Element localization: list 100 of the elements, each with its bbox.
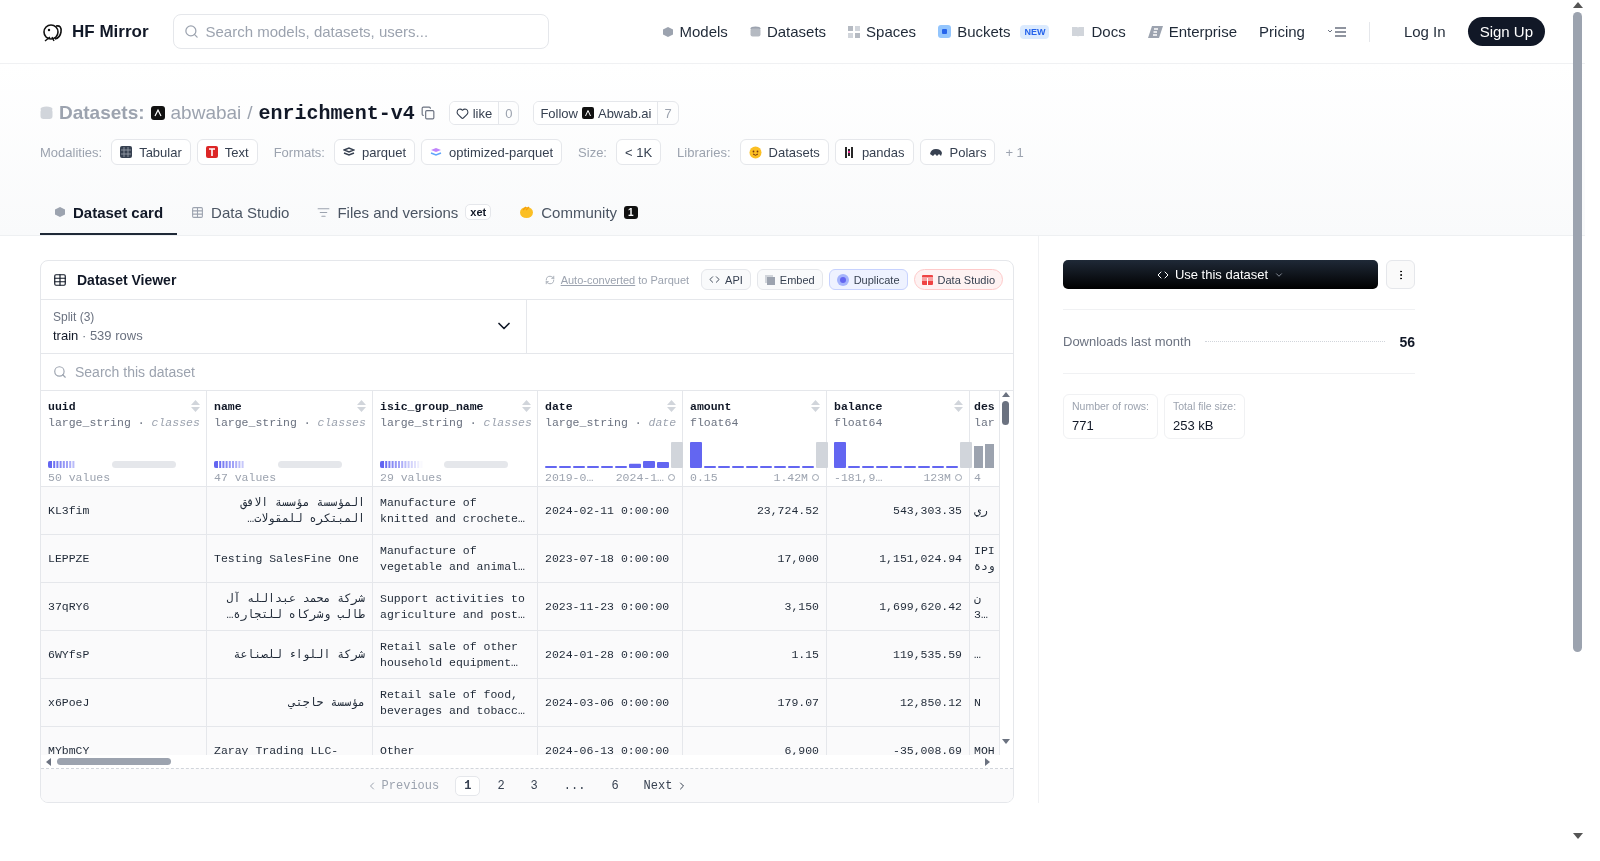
tag[interactable]: Polars xyxy=(919,139,996,165)
column-type: float64 xyxy=(834,416,883,430)
tag[interactable]: optimized-parquet xyxy=(421,139,563,165)
page-link[interactable]: 1 xyxy=(455,775,481,796)
table-cell: Testing SalesFine One xyxy=(207,535,373,584)
table-cell: 3,150 xyxy=(683,583,827,632)
table-icon xyxy=(191,205,205,219)
table-cell: 179.07 xyxy=(683,679,827,728)
summary-label: 29 values xyxy=(380,471,443,485)
cube-icon xyxy=(54,206,66,218)
table-cell: 1.15 xyxy=(683,631,827,680)
next-page-link[interactable]: Next xyxy=(635,776,697,795)
split-value: train · 539 rows xyxy=(53,327,143,343)
tab[interactable]: Data Studio xyxy=(177,191,304,235)
tab[interactable]: Files and versions xet xyxy=(303,191,506,235)
copy-icon[interactable] xyxy=(420,106,435,120)
table-cell: ري xyxy=(970,487,1000,536)
nav-link[interactable]: Buckets NEW xyxy=(938,23,1050,40)
org-avatar-icon xyxy=(581,107,594,119)
action-button[interactable]: Duplicate xyxy=(828,269,908,291)
table-cell: ن 3… xyxy=(970,583,1000,632)
column-header[interactable]: des lar 4 xyxy=(970,391,1000,488)
table-cell: x6PoeJ xyxy=(41,679,207,728)
table-icon xyxy=(53,272,67,287)
tag-group-label: Modalities: xyxy=(40,144,103,160)
scrollbar-thumb[interactable] xyxy=(1573,12,1582,652)
min-label: -181,9… xyxy=(834,471,883,485)
scroll-left-icon[interactable] xyxy=(45,757,51,766)
code-icon xyxy=(709,274,721,286)
stat-value: 253 kB xyxy=(1173,418,1215,433)
tag[interactable]: pandas xyxy=(834,139,914,165)
nav-link[interactable]: Spaces xyxy=(848,23,917,40)
table-cell: -35,008.69 xyxy=(827,727,970,756)
tag[interactable]: Datasets xyxy=(739,139,829,165)
scroll-up-icon[interactable] xyxy=(1572,0,1583,8)
page-link[interactable]: 2 xyxy=(488,775,514,796)
stat-value: 771 xyxy=(1072,418,1095,433)
nav-link[interactable]: Models xyxy=(661,23,728,40)
page-link[interactable]: ... xyxy=(554,775,595,796)
page-link[interactable]: 6 xyxy=(602,775,628,796)
grid-icon xyxy=(848,25,861,38)
search-field[interactable]: Search models, datasets, users... xyxy=(172,14,549,49)
table-cell: Manufacture of knitted and crochete… xyxy=(373,487,538,536)
action-button[interactable]: Data Studio xyxy=(913,269,1003,291)
table-cell: مؤسسة حاجتي xyxy=(207,679,373,728)
viewer-title: Dataset Viewer xyxy=(77,271,177,288)
action-button[interactable]: Embed xyxy=(756,269,823,291)
table-cell: 37qRY6 xyxy=(41,583,207,632)
nav-link[interactable]: Datasets xyxy=(749,23,827,40)
table-cell: LEPPZE xyxy=(41,535,207,584)
table-cell: 2023-11-23 0:00:00 xyxy=(538,583,683,632)
like-count: 0 xyxy=(498,102,519,124)
signup-button[interactable]: Sign Up xyxy=(1467,17,1545,46)
table-cell: Retail sale of other household equipment… xyxy=(373,631,538,680)
tab[interactable]: Dataset card xyxy=(40,191,178,235)
circle-icon xyxy=(836,273,849,286)
table-cell: KL3fim xyxy=(41,487,207,536)
login-link[interactable]: Log In xyxy=(1403,23,1446,40)
square-icon xyxy=(938,25,952,38)
scroll-down-icon[interactable] xyxy=(1001,739,1010,746)
action-button[interactable]: API xyxy=(701,269,751,291)
tab[interactable]: Community 1 xyxy=(505,191,652,235)
tag[interactable]: < 1K xyxy=(616,139,662,165)
refresh-icon xyxy=(544,274,555,285)
cube-icon xyxy=(661,25,674,38)
column-name: name xyxy=(214,400,242,414)
tag[interactable]: Text xyxy=(196,139,258,165)
split-label: Split (3) xyxy=(53,309,96,324)
dataset-name[interactable]: enrichment-v4 xyxy=(258,101,415,125)
column-type: large_string · date xyxy=(545,416,677,430)
table-cell: Zaray Trading LLC- xyxy=(207,727,373,756)
brand-name[interactable]: HF Mirror xyxy=(72,21,149,42)
tag[interactable]: parquet xyxy=(333,139,415,165)
path-separator: / xyxy=(247,102,253,124)
grid-icon xyxy=(120,146,133,158)
table-cell: 2023-07-18 0:00:00 xyxy=(538,535,683,584)
column-name: balance xyxy=(834,400,883,414)
split-select[interactable]: Split (3) train · 539 rows xyxy=(41,299,527,354)
scrollbar-thumb[interactable] xyxy=(57,758,171,766)
nav-link[interactable]: Docs xyxy=(1071,23,1126,40)
table-cell: Other xyxy=(373,727,538,756)
page-link[interactable]: 3 xyxy=(521,775,547,796)
table-cell: Manufacture of vegetable and animal… xyxy=(373,535,538,584)
scrollbar-thumb[interactable] xyxy=(1002,401,1009,426)
scroll-right-icon[interactable] xyxy=(985,757,991,766)
table-cell: 543,303.35 xyxy=(827,487,970,536)
text-icon xyxy=(205,146,218,158)
nav-link[interactable]: Pricing xyxy=(1259,23,1305,40)
table-cell: شركة اللواء للصناعة xyxy=(207,631,373,680)
use-dataset-button[interactable]: Use this dataset xyxy=(1063,260,1378,289)
histogram-drawing xyxy=(974,444,994,469)
nav-link[interactable]: Enterprise xyxy=(1147,23,1238,40)
menu-icon[interactable] xyxy=(1326,25,1347,38)
tag[interactable]: Tabular xyxy=(111,139,191,165)
max-label: 1.42M xyxy=(773,471,808,485)
search-icon xyxy=(53,365,67,380)
scroll-down-icon[interactable] xyxy=(1572,833,1583,841)
column-type: lar xyxy=(974,416,995,430)
table-cell: 2024-01-28 0:00:00 xyxy=(538,631,683,680)
table-cell: Retail sale of food, beverages and tobacc… xyxy=(373,679,538,728)
